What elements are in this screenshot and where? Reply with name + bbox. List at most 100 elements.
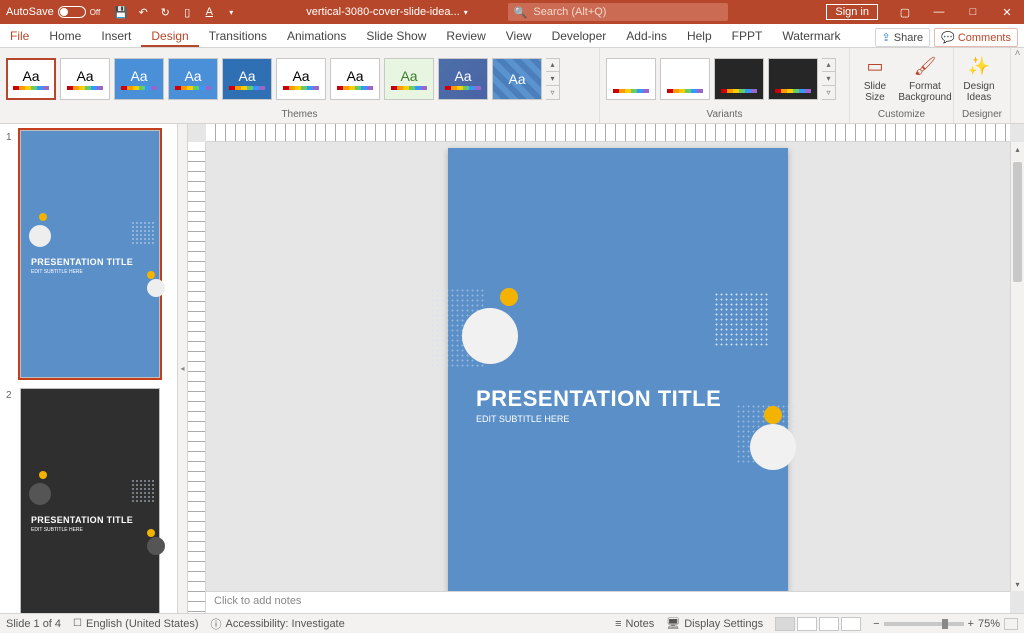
theme-thumb[interactable]: Aa: [168, 58, 218, 100]
vertical-scrollbar[interactable]: ▴ ▾: [1010, 142, 1024, 591]
theme-thumb[interactable]: Aa: [492, 58, 542, 100]
theme-thumb[interactable]: Aa: [60, 58, 110, 100]
decoration-circle-icon: [147, 537, 165, 555]
thumbnail-subtitle: EDIT SUBTITLE HERE: [31, 527, 83, 533]
share-button[interactable]: ⇪Share: [875, 28, 931, 47]
tab-review[interactable]: Review: [436, 25, 495, 47]
slide[interactable]: PRESENTATION TITLE EDIT SUBTITLE HERE: [448, 148, 788, 591]
theme-aa: Aa: [292, 68, 309, 84]
expand-icon: ▿: [546, 86, 559, 99]
undo-icon[interactable]: ↶: [136, 5, 150, 19]
zoom-in-button[interactable]: +: [968, 618, 974, 630]
panel-collapse-handle[interactable]: ◂: [178, 124, 188, 613]
qat-dropdown-icon[interactable]: ▾: [224, 5, 238, 19]
slide-size-button[interactable]: ▭Slide Size: [852, 51, 898, 107]
zoom-out-button[interactable]: −: [873, 618, 879, 630]
start-slideshow-icon[interactable]: ▯: [180, 5, 194, 19]
theme-thumb[interactable]: Aa: [276, 58, 326, 100]
tab-help[interactable]: Help: [677, 25, 722, 47]
tab-animations[interactable]: Animations: [277, 25, 356, 47]
font-color-icon[interactable]: A: [202, 5, 216, 19]
slide-shape-circle[interactable]: [500, 288, 518, 306]
design-ideas-button[interactable]: ✨Design Ideas: [956, 51, 1002, 107]
ribbon-display-icon[interactable]: ▢: [888, 0, 922, 24]
document-name[interactable]: vertical-3080-cover-slide-idea... ▾: [306, 6, 467, 18]
slide-subtitle-placeholder[interactable]: EDIT SUBTITLE HERE: [476, 414, 569, 424]
tab-slide-show[interactable]: Slide Show: [356, 25, 436, 47]
scrollbar-thumb[interactable]: [1013, 162, 1022, 282]
zoom-level[interactable]: 75%: [978, 618, 1000, 630]
slideshow-view-button[interactable]: [841, 617, 861, 631]
tab-fppt[interactable]: FPPT: [722, 25, 773, 47]
format-background-button[interactable]: 🖌Format Background: [902, 51, 948, 107]
slide-shape-circle[interactable]: [764, 406, 782, 424]
slide-shape-circle[interactable]: [750, 424, 796, 470]
canvas[interactable]: PRESENTATION TITLE EDIT SUBTITLE HERE ▴ …: [188, 142, 1024, 591]
theme-thumb[interactable]: Aa: [222, 58, 272, 100]
close-icon[interactable]: ✕: [990, 0, 1024, 24]
tab-add-ins[interactable]: Add-ins: [616, 25, 677, 47]
themes-gallery-more[interactable]: ▴▾▿: [546, 58, 560, 100]
scroll-down-icon[interactable]: ▾: [1011, 577, 1024, 591]
search-placeholder: Search (Alt+Q): [533, 6, 606, 18]
tab-file[interactable]: File: [0, 25, 39, 47]
theme-aa: Aa: [238, 68, 255, 84]
theme-thumb[interactable]: Aa: [438, 58, 488, 100]
tab-insert[interactable]: Insert: [91, 25, 141, 47]
ribbon-collapse-button[interactable]: ˄: [1010, 48, 1024, 123]
work-area: 1 PRESENTATION TITLE EDIT SUBTITLE HERE …: [0, 124, 1024, 613]
minimize-icon[interactable]: —: [922, 0, 956, 24]
notes-label: Notes: [626, 618, 655, 630]
status-slide-info[interactable]: Slide 1 of 4: [6, 618, 61, 630]
comments-button[interactable]: 💬Comments: [934, 28, 1018, 47]
autosave-toggle[interactable]: AutoSave Off: [0, 6, 106, 18]
tab-home[interactable]: Home: [39, 25, 91, 47]
theme-thumb[interactable]: Aa: [114, 58, 164, 100]
maximize-icon[interactable]: □: [956, 0, 990, 24]
decoration-circle-icon: [39, 213, 47, 221]
status-language[interactable]: ☐ English (United States): [73, 618, 198, 630]
theme-thumb[interactable]: Aa: [330, 58, 380, 100]
notes-pane[interactable]: Click to add notes: [206, 591, 1010, 613]
slide-title-placeholder[interactable]: PRESENTATION TITLE: [476, 386, 721, 412]
search-box[interactable]: 🔍 Search (Alt+Q): [508, 3, 728, 21]
ribbon: Aa Aa Aa Aa Aa Aa Aa Aa Aa Aa ▴▾▿ Themes…: [0, 48, 1024, 124]
language-icon: ☐: [73, 618, 82, 629]
variant-thumb[interactable]: [660, 58, 710, 100]
theme-thumb[interactable]: Aa: [384, 58, 434, 100]
variants-gallery-more[interactable]: ▴▾▿: [822, 58, 836, 100]
theme-thumb-current[interactable]: Aa: [6, 58, 56, 100]
display-label: Display Settings: [684, 618, 763, 630]
tab-transitions[interactable]: Transitions: [199, 25, 277, 47]
tab-design[interactable]: Design: [141, 25, 198, 47]
ribbon-group-customize: ▭Slide Size 🖌Format Background Customize: [850, 48, 954, 123]
slide-size-label: Slide Size: [864, 81, 886, 103]
slide-thumbnail-1[interactable]: 1 PRESENTATION TITLE EDIT SUBTITLE HERE: [0, 128, 177, 380]
fit-to-window-button[interactable]: [1004, 618, 1018, 630]
slide-thumbnail-2[interactable]: 2 PRESENTATION TITLE EDIT SUBTITLE HERE: [0, 386, 177, 613]
tab-developer[interactable]: Developer: [542, 25, 617, 47]
reading-view-button[interactable]: [819, 617, 839, 631]
decoration-dots-icon: [131, 221, 155, 245]
slide-editor: PRESENTATION TITLE EDIT SUBTITLE HERE ▴ …: [188, 124, 1024, 613]
ribbon-group-label: Designer: [954, 109, 1010, 123]
search-icon: 🔍: [514, 6, 528, 19]
notes-toggle-button[interactable]: ≡Notes: [615, 618, 654, 630]
save-icon[interactable]: 💾: [114, 5, 128, 19]
variant-thumb[interactable]: [606, 58, 656, 100]
variant-thumb[interactable]: [768, 58, 818, 100]
zoom-slider[interactable]: [884, 622, 964, 626]
sign-in-button[interactable]: Sign in: [826, 4, 878, 20]
redo-icon[interactable]: ↻: [158, 5, 172, 19]
tab-watermark[interactable]: Watermark: [772, 25, 850, 47]
tab-view[interactable]: View: [496, 25, 542, 47]
slide-shape-circle[interactable]: [462, 308, 518, 364]
status-accessibility[interactable]: ⓘ Accessibility: Investigate: [211, 616, 345, 632]
display-settings-button[interactable]: 🖥Display Settings: [666, 617, 763, 630]
comments-label: Comments: [958, 32, 1011, 44]
decoration-circle-icon: [39, 471, 47, 479]
variant-thumb[interactable]: [714, 58, 764, 100]
scroll-up-icon[interactable]: ▴: [1011, 142, 1024, 156]
slide-sorter-button[interactable]: [797, 617, 817, 631]
normal-view-button[interactable]: [775, 617, 795, 631]
